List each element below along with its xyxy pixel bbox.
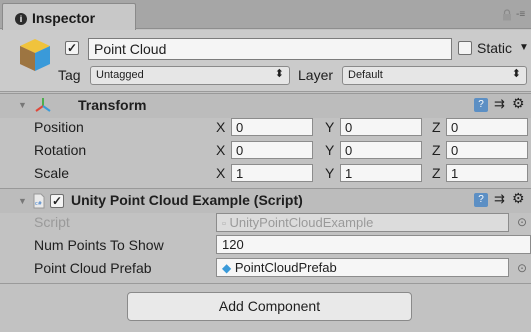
prefab-value: PointCloudPrefab <box>234 260 337 275</box>
prefab-label: Point Cloud Prefab <box>34 260 152 276</box>
axis-label-y: Y <box>325 142 335 158</box>
foldout-arrow-icon[interactable]: ▼ <box>18 100 27 110</box>
tag-value: Untagged <box>96 69 144 81</box>
transform-row-label: Position <box>34 119 84 135</box>
checkmark-icon: ✓ <box>51 194 63 208</box>
transform-row-label: Scale <box>34 165 70 181</box>
prefab-field[interactable]: ◆ PointCloudPrefab <box>216 258 509 277</box>
object-picker-icon: ⊙ <box>517 215 528 229</box>
svg-text:c#: c# <box>35 201 42 207</box>
tab-inspector[interactable]: i Inspector <box>2 3 136 30</box>
script-label: Script <box>34 214 70 230</box>
transform-y-field[interactable]: 1 <box>340 164 422 182</box>
preset-icon[interactable]: ⇉ <box>494 191 505 207</box>
info-icon: i <box>15 13 27 25</box>
gear-icon[interactable]: ⚙ <box>512 95 525 112</box>
axis-label-x: X <box>216 119 226 135</box>
axis-label-z: Z <box>432 119 441 135</box>
tag-label: Tag <box>58 67 81 83</box>
lock-icon[interactable] <box>502 9 512 21</box>
transform-z-field[interactable]: 1 <box>446 164 528 182</box>
tag-dropdown[interactable]: Untagged ⬍ <box>90 66 290 85</box>
transform-y-field[interactable]: 0 <box>340 118 422 136</box>
layer-value: Default <box>348 69 383 81</box>
transform-x-field[interactable]: 0 <box>231 141 313 159</box>
cube-icon <box>20 39 50 71</box>
transform-icon <box>35 98 51 112</box>
tab-inspector-label: Inspector <box>32 10 96 26</box>
divider <box>0 283 531 284</box>
transform-row-label: Rotation <box>34 142 87 158</box>
prefab-icon: ◆ <box>222 261 232 275</box>
static-label: Static <box>477 40 513 56</box>
script-field: ▫ UnityPointCloudExample <box>216 213 509 232</box>
script-value: UnityPointCloudExample <box>229 215 374 230</box>
foldout-arrow-icon[interactable]: ▼ <box>18 196 27 206</box>
transform-z-field[interactable]: 0 <box>446 141 528 159</box>
script-file-icon: ▫ <box>222 218 226 230</box>
script-icon: c# <box>33 193 45 209</box>
layer-label: Layer <box>298 67 334 83</box>
axis-label-x: X <box>216 142 226 158</box>
static-checkbox[interactable] <box>458 41 472 55</box>
preset-icon[interactable]: ⇉ <box>494 96 505 112</box>
axis-label-z: Z <box>432 142 441 158</box>
layer-dropdown[interactable]: Default ⬍ <box>342 66 527 85</box>
gear-icon[interactable]: ⚙ <box>512 190 525 207</box>
axis-label-x: X <box>216 165 226 181</box>
object-name-field[interactable]: Point Cloud <box>88 38 452 60</box>
axis-label-y: Y <box>325 119 335 135</box>
add-component-button[interactable]: Add Component <box>127 292 412 321</box>
dropdown-arrow-icon: ⬍ <box>274 68 284 80</box>
help-icon[interactable]: ? <box>474 98 488 112</box>
transform-title: Transform <box>78 97 147 113</box>
static-dropdown-arrow-icon[interactable]: ▼ <box>519 42 529 53</box>
num-points-field[interactable]: 120 <box>216 235 531 254</box>
menu-icon[interactable]: -≡ <box>516 9 525 20</box>
axis-label-y: Y <box>325 165 335 181</box>
help-icon[interactable]: ? <box>474 193 488 207</box>
transform-x-field[interactable]: 0 <box>231 118 313 136</box>
transform-z-field[interactable]: 0 <box>446 118 528 136</box>
num-points-label: Num Points To Show <box>34 237 164 253</box>
dropdown-arrow-icon: ⬍ <box>511 68 521 80</box>
object-picker-icon[interactable]: ⊙ <box>517 261 527 275</box>
script-enabled-checkbox[interactable]: ✓ <box>50 194 64 208</box>
transform-x-field[interactable]: 1 <box>231 164 313 182</box>
active-checkbox[interactable]: ✓ <box>65 41 79 55</box>
checkmark-icon: ✓ <box>66 41 78 55</box>
transform-y-field[interactable]: 0 <box>340 141 422 159</box>
script-component-title: Unity Point Cloud Example (Script) <box>71 192 303 208</box>
tab-bar: i Inspector -≡ <box>0 0 531 30</box>
axis-label-z: Z <box>432 165 441 181</box>
